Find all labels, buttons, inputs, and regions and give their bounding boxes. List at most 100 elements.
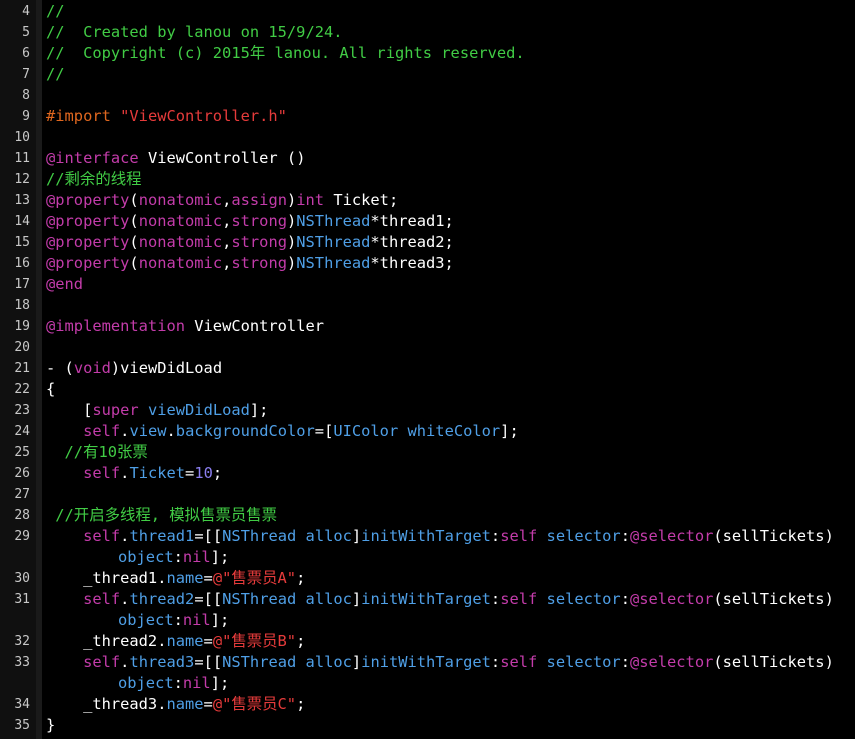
code-line[interactable]: 10 (0, 127, 855, 148)
line-number: 22 (14, 382, 30, 397)
code-line[interactable]: 26 self.Ticket=10; (0, 463, 855, 484)
code-line[interactable]: 32 _thread2.name=@"售票员B"; (0, 631, 855, 652)
code-line[interactable]: 34 _thread3.name=@"售票员C"; (0, 694, 855, 715)
code-text: @implementation ViewController (46, 316, 324, 337)
code-token: @implementation (46, 317, 185, 335)
code-token: . (166, 422, 176, 440)
code-line[interactable]: 28 //开启多线程, 模拟售票员售票 (0, 505, 855, 526)
line-number: 13 (14, 193, 30, 208)
line-number: 26 (14, 466, 30, 481)
code-token: : (173, 674, 183, 692)
code-line[interactable]: 14 @property(nonatomic,strong)NSThread*th… (0, 211, 855, 232)
code-line[interactable]: 9 #import "ViewController.h" (0, 106, 855, 127)
code-token: nonatomic (138, 233, 223, 251)
code-token: , (222, 212, 232, 230)
code-text-continuation: object:nil]; (118, 673, 229, 694)
code-text: - (void)viewDidLoad (46, 358, 222, 379)
code-line[interactable]: 35} (0, 715, 855, 736)
code-token: : (490, 653, 501, 671)
code-line[interactable]: 17 @end (0, 274, 855, 295)
line-number: 6 (22, 46, 30, 61)
code-text: self.thread3=[[NSThread alloc]initWithTa… (46, 652, 834, 673)
code-token: @"售票员C" (212, 695, 297, 713)
code-token: void (73, 359, 111, 377)
code-token: view (129, 422, 167, 440)
code-text: // (46, 1, 65, 22)
code-token: selector (546, 653, 621, 671)
code-line[interactable]: 16 @property(nonatomic,strong)NSThread*th… (0, 253, 855, 274)
code-token: nonatomic (138, 191, 223, 209)
code-line[interactable]: 23 [super viewDidLoad]; (0, 400, 855, 421)
code-line[interactable]: 25 //有10张票 (0, 442, 855, 463)
code-token: initWithTarget (361, 653, 491, 671)
code-token: self (500, 527, 538, 545)
code-line[interactable]: 24 self.view.backgroundColor=[UIColor wh… (0, 421, 855, 442)
code-line[interactable]: 33 self.thread3=[[NSThread alloc]initWit… (0, 652, 855, 673)
code-line[interactable]: 15 @property(nonatomic,strong)NSThread*th… (0, 232, 855, 253)
line-number: 25 (14, 445, 30, 460)
code-line-wrap[interactable]: object:nil]; (0, 547, 855, 568)
code-token: ] (351, 653, 362, 671)
code-line[interactable]: 5 // Created by lanou on 15/9/24. (0, 22, 855, 43)
code-line[interactable]: 29 self.thread1=[[NSThread alloc]initWit… (0, 526, 855, 547)
code-line-wrap[interactable]: object:nil]; (0, 610, 855, 631)
code-line[interactable]: 27 (0, 484, 855, 505)
code-token: @property (46, 191, 130, 209)
code-line[interactable]: 31 self.thread2=[[NSThread alloc]initWit… (0, 589, 855, 610)
code-line[interactable]: 4 // (0, 1, 855, 22)
code-token: = (203, 695, 213, 713)
code-token: @"售票员B" (212, 632, 297, 650)
code-token: nil (182, 674, 211, 692)
code-text-continuation: object:nil]; (118, 610, 229, 631)
code-token: name (166, 569, 204, 587)
code-line[interactable]: 13 @property(nonatomic,assign)int Ticket; (0, 190, 855, 211)
code-token: assign (231, 191, 287, 209)
code-text: [super viewDidLoad]; (46, 400, 268, 421)
line-number: 7 (22, 67, 30, 82)
code-line[interactable]: 30 _thread1.name=@"售票员A"; (0, 568, 855, 589)
code-text: // Created by lanou on 15/9/24. (46, 22, 343, 43)
code-text: //剩余的线程 (46, 169, 142, 190)
code-token: alloc (305, 653, 352, 671)
code-line[interactable]: 12 //剩余的线程 (0, 169, 855, 190)
code-token: NSThread (296, 254, 371, 272)
code-token: [ (46, 401, 93, 419)
code-token: thread2 (129, 590, 195, 608)
code-token: : (620, 653, 630, 671)
line-number: 35 (14, 718, 30, 733)
code-token: name (166, 695, 204, 713)
code-token: { (46, 380, 56, 398)
line-number: 10 (14, 130, 30, 145)
code-line[interactable]: 21 - (void)viewDidLoad (0, 358, 855, 379)
code-line[interactable]: 18 (0, 295, 855, 316)
code-token: : (173, 548, 183, 566)
code-token: ]; (210, 674, 230, 692)
code-token: alloc (305, 590, 352, 608)
code-token: ] (351, 527, 362, 545)
code-token: _thread3. (46, 695, 167, 713)
code-token: ( (129, 212, 139, 230)
code-line[interactable]: 6 // Copyright (c) 2015年 lanou. All right… (0, 43, 855, 64)
code-text: @property(nonatomic,strong)NSThread*thre… (46, 211, 454, 232)
code-line[interactable]: 20 (0, 337, 855, 358)
code-text: //有10张票 (46, 442, 148, 463)
code-line[interactable]: 11 @interface ViewController () (0, 148, 855, 169)
code-line[interactable]: 22 { (0, 379, 855, 400)
code-editor[interactable]: 4 // 5 // Created by lanou on 15/9/24. 6 // C… (0, 0, 855, 739)
code-line[interactable]: 8 (0, 85, 855, 106)
code-token: : (620, 590, 630, 608)
code-line[interactable]: 7 // (0, 64, 855, 85)
code-line-wrap[interactable]: object:nil]; (0, 673, 855, 694)
line-number: 24 (14, 424, 30, 439)
line-number: 21 (14, 361, 30, 376)
code-token: initWithTarget (361, 527, 491, 545)
line-number: 30 (14, 571, 30, 586)
code-line[interactable]: 19 @implementation ViewController (0, 316, 855, 337)
code-token: NSThread (296, 212, 371, 230)
code-token: strong (231, 233, 287, 251)
